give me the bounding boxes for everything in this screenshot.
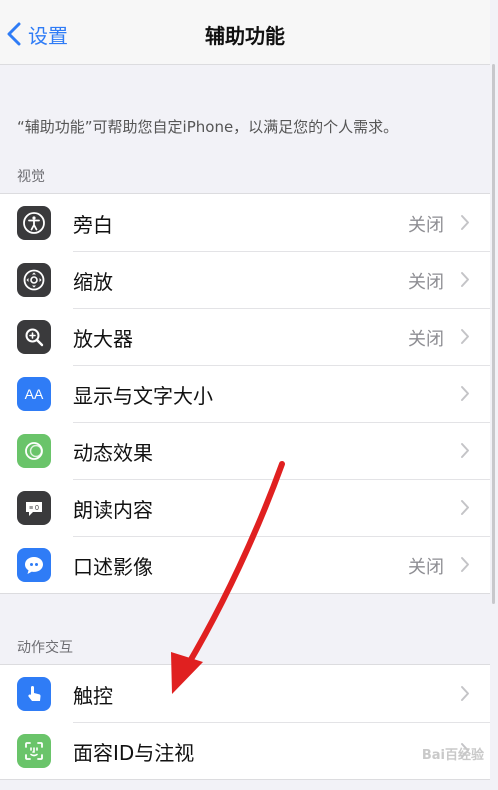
row-label: 缩放 xyxy=(73,270,113,294)
motion-icon xyxy=(17,434,51,468)
row-label: 面容ID与注视 xyxy=(73,741,195,765)
chevron-right-icon xyxy=(461,686,469,701)
face-id-icon xyxy=(17,734,51,768)
section-header-vision: 视觉 xyxy=(17,169,45,185)
text-size-icon: AA xyxy=(17,377,51,411)
row-value: 关闭 xyxy=(408,329,444,350)
watermark: Bai百经验 xyxy=(421,748,484,763)
chevron-right-icon xyxy=(461,215,469,230)
row-value: 关闭 xyxy=(408,215,444,236)
row-face-id[interactable]: 面容ID与注视 xyxy=(0,722,490,779)
chevron-right-icon xyxy=(461,443,469,458)
magnifier-icon xyxy=(17,320,51,354)
svg-text:AA: AA xyxy=(25,386,44,402)
row-display-text-size[interactable]: AA 显示与文字大小 xyxy=(0,365,490,422)
page-title: 辅助功能 xyxy=(205,24,285,48)
row-magnifier[interactable]: 放大器 关闭 xyxy=(0,308,490,365)
row-label: 显示与文字大小 xyxy=(73,384,213,408)
row-value: 关闭 xyxy=(408,557,444,578)
touch-icon xyxy=(17,677,51,711)
row-motion[interactable]: 动态效果 xyxy=(0,422,490,479)
section-header-interaction: 动作交互 xyxy=(17,640,73,656)
row-label: 朗读内容 xyxy=(73,498,153,522)
voiceover-icon xyxy=(17,206,51,240)
row-label: 动态效果 xyxy=(73,441,153,465)
page-description: “辅助功能”可帮助您自定iPhone，以满足您的个人需求。 xyxy=(17,118,399,136)
zoom-icon xyxy=(17,263,51,297)
audio-description-icon xyxy=(17,548,51,582)
svg-text:≡ 0: ≡ 0 xyxy=(29,505,39,512)
row-touch[interactable]: 触控 xyxy=(0,665,490,722)
chevron-right-icon xyxy=(461,500,469,515)
row-label: 口述影像 xyxy=(73,555,153,579)
row-voiceover[interactable]: 旁白 关闭 xyxy=(0,194,490,251)
row-value: 关闭 xyxy=(408,272,444,293)
navigation-bar: 设置 辅助功能 xyxy=(0,0,490,65)
row-label: 触控 xyxy=(73,684,113,708)
chevron-right-icon xyxy=(461,557,469,572)
chevron-right-icon xyxy=(461,386,469,401)
chevron-right-icon xyxy=(461,329,469,344)
spoken-content-icon: ≡ 0 xyxy=(17,491,51,525)
vision-group: 旁白 关闭 缩放 关闭 放大器 关闭 AA 显示与文字大小 动态效果 ≡ 0 朗… xyxy=(0,193,490,594)
row-label: 放大器 xyxy=(73,327,133,351)
chevron-right-icon xyxy=(461,272,469,287)
row-label: 旁白 xyxy=(73,213,113,237)
scrollbar[interactable] xyxy=(492,64,495,604)
interaction-group: 触控 面容ID与注视 xyxy=(0,664,490,780)
row-audio-description[interactable]: 口述影像 关闭 xyxy=(0,536,490,593)
row-spoken-content[interactable]: ≡ 0 朗读内容 xyxy=(0,479,490,536)
row-zoom[interactable]: 缩放 关闭 xyxy=(0,251,490,308)
